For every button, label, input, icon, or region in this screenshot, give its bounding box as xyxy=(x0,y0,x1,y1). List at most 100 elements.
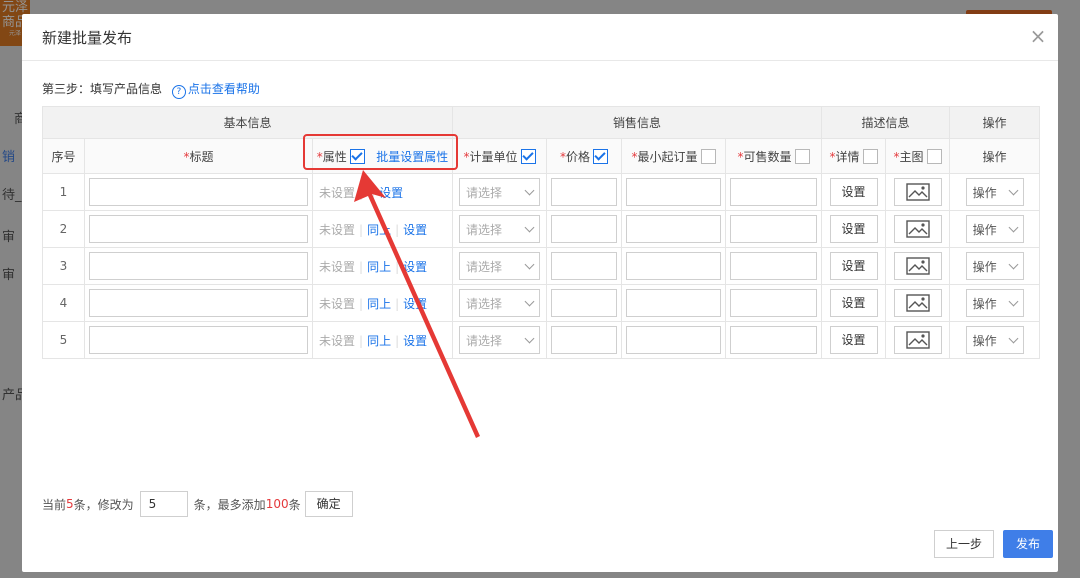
col-main-image: *主图 xyxy=(885,138,951,174)
price-checkbox[interactable] xyxy=(593,148,609,164)
publish-button[interactable]: 发布 xyxy=(1003,530,1053,558)
col-stock: *可售数量 xyxy=(725,138,823,174)
group-sales-info: 销售信息 xyxy=(452,106,823,139)
attr-set-link[interactable]: 设置 xyxy=(403,334,427,348)
unit-select[interactable]: 请选择 xyxy=(459,252,541,280)
title-input[interactable] xyxy=(89,178,308,206)
batch-publish-modal: 新建批量发布 × 第三步：填写产品信息 ? 点击查看帮助 基本信息 销售信息 描述… xyxy=(22,14,1058,572)
detail-set-button[interactable]: 设置 xyxy=(829,289,878,317)
main-image-upload[interactable] xyxy=(893,215,942,243)
price-input[interactable] xyxy=(551,215,618,243)
col-price: *价格 xyxy=(546,138,623,174)
chevron-down-icon xyxy=(524,222,535,232)
help-icon: ? xyxy=(171,85,186,99)
chevron-down-icon xyxy=(524,333,535,343)
row-index: 5 xyxy=(42,321,85,359)
unit-select[interactable]: 请选择 xyxy=(459,289,541,317)
unit-select[interactable]: 请选择 xyxy=(459,215,541,243)
row-ops-select[interactable]: 操作 xyxy=(965,178,1024,206)
main-image-upload[interactable] xyxy=(893,178,942,206)
same-as-above-link[interactable]: 同上 xyxy=(367,260,391,274)
same-as-above-link[interactable]: 同上 xyxy=(367,223,391,237)
row-index: 3 xyxy=(42,247,85,285)
attr-set-link[interactable]: 设置 xyxy=(403,223,427,237)
col-ops: 操作 xyxy=(949,138,1041,174)
price-input[interactable] xyxy=(551,178,618,206)
unit-select[interactable]: 请选择 xyxy=(459,326,541,354)
attr-set-link[interactable]: 设置 xyxy=(403,297,427,311)
unit-select[interactable]: 请选择 xyxy=(459,178,541,206)
title-input[interactable] xyxy=(89,215,308,243)
min-order-input[interactable] xyxy=(626,326,722,354)
row-ops-select[interactable]: 操作 xyxy=(965,252,1024,280)
min-order-checkbox[interactable] xyxy=(700,148,716,164)
attr-status: 未设置 xyxy=(319,333,356,348)
table-row: 5 未设置 | 同上 | 设置 请选择 设置 操作 xyxy=(42,321,1041,359)
row-count-input[interactable]: 5 xyxy=(139,491,188,517)
table-row: 2 未设置 | 同上 | 设置 请选择 设置 操作 xyxy=(42,210,1041,248)
title-input[interactable] xyxy=(89,289,308,317)
annotation-highlight-box xyxy=(303,134,458,170)
attr-set-link[interactable]: 设置 xyxy=(379,186,403,200)
table-row: 4 未设置 | 同上 | 设置 请选择 设置 操作 xyxy=(42,284,1041,322)
same-as-above-link[interactable]: 同上 xyxy=(367,334,391,348)
main-image-upload[interactable] xyxy=(893,252,942,280)
min-order-input[interactable] xyxy=(626,252,722,280)
main-image-upload[interactable] xyxy=(893,326,942,354)
min-order-input[interactable] xyxy=(626,178,722,206)
attr-set-link[interactable]: 设置 xyxy=(403,260,427,274)
min-order-input[interactable] xyxy=(626,215,722,243)
title-input[interactable] xyxy=(89,252,308,280)
attr-status: 未设置 xyxy=(319,185,356,200)
row-ops-select[interactable]: 操作 xyxy=(965,326,1024,354)
unit-checkbox[interactable] xyxy=(520,148,536,164)
chevron-down-icon xyxy=(1008,185,1019,195)
chevron-down-icon xyxy=(524,185,535,195)
stock-input[interactable] xyxy=(730,252,818,280)
table-row: 3 未设置 | 同上 | 设置 请选择 设置 操作 xyxy=(42,247,1041,285)
group-operations: 操作 xyxy=(949,106,1041,139)
detail-set-button[interactable]: 设置 xyxy=(829,326,878,354)
attr-status: 未设置 xyxy=(319,259,356,274)
price-input[interactable] xyxy=(551,326,618,354)
same-as-above-link[interactable]: 同上 xyxy=(367,297,391,311)
help-link[interactable]: ? 点击查看帮助 xyxy=(171,82,260,99)
prev-step-button[interactable]: 上一步 xyxy=(934,530,994,558)
row-index: 1 xyxy=(42,173,85,211)
chevron-down-icon xyxy=(524,259,535,269)
detail-set-button[interactable]: 设置 xyxy=(829,252,878,280)
row-ops-select[interactable]: 操作 xyxy=(965,289,1024,317)
main-image-checkbox[interactable] xyxy=(926,148,942,164)
stock-input[interactable] xyxy=(730,178,818,206)
modal-header: 新建批量发布 × xyxy=(22,14,1058,61)
stock-input[interactable] xyxy=(730,215,818,243)
chevron-down-icon xyxy=(1008,296,1019,306)
product-table: 基本信息 销售信息 描述信息 操作 序号 *标题 *属性 批量设置属性 *计量单… xyxy=(41,106,1041,359)
price-input[interactable] xyxy=(551,252,618,280)
image-icon xyxy=(905,294,930,312)
image-icon xyxy=(905,331,930,349)
price-input[interactable] xyxy=(551,289,618,317)
stock-checkbox[interactable] xyxy=(794,148,810,164)
chevron-down-icon xyxy=(1008,222,1019,232)
detail-checkbox[interactable] xyxy=(862,148,878,164)
row-index: 2 xyxy=(42,210,85,248)
detail-set-button[interactable]: 设置 xyxy=(829,215,878,243)
attr-status: 未设置 xyxy=(319,222,356,237)
row-ops-select[interactable]: 操作 xyxy=(965,215,1024,243)
stock-input[interactable] xyxy=(730,326,818,354)
step-label: 第三步：填写产品信息 xyxy=(42,82,163,96)
main-image-upload[interactable] xyxy=(893,289,942,317)
stock-input[interactable] xyxy=(730,289,818,317)
col-detail: *详情 xyxy=(821,138,887,174)
title-input[interactable] xyxy=(89,326,308,354)
close-icon[interactable]: × xyxy=(1028,26,1048,46)
col-unit: *计量单位 xyxy=(452,138,548,174)
image-icon xyxy=(905,220,930,238)
image-icon xyxy=(905,183,930,201)
confirm-button[interactable]: 确定 xyxy=(304,491,353,517)
row-count-bar: 当前 5 条，修改为 5 条，最多添加 100 条 确定 xyxy=(42,491,353,517)
min-order-input[interactable] xyxy=(626,289,722,317)
col-min-order: *最小起订量 xyxy=(621,138,727,174)
detail-set-button[interactable]: 设置 xyxy=(829,178,878,206)
